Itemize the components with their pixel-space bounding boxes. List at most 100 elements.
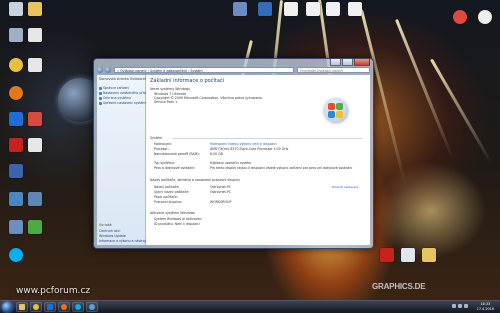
acrobat-icon [380, 248, 394, 262]
logo-yellow-pane [336, 111, 343, 118]
app-icon [453, 10, 467, 24]
left-pane: Domovská stránka Ovládacích panelů Správ… [97, 75, 159, 245]
forward-icon[interactable] [105, 67, 111, 73]
tool-icon [401, 248, 415, 262]
app-icon [233, 2, 247, 16]
ram-value: 8,00 GB [210, 152, 223, 156]
skype-icon [75, 304, 81, 310]
activation-heading: Aktivace systému Windows [150, 211, 196, 215]
document-icon [284, 2, 298, 16]
clock-date: 17.4.2016 [476, 306, 494, 311]
folder-icon [28, 2, 42, 16]
document-icon [348, 2, 362, 16]
taskbar-media-button[interactable] [44, 302, 56, 312]
edition-service-pack: Service Pack 1 [154, 100, 178, 104]
close-button[interactable] [354, 59, 370, 66]
start-button[interactable] [2, 302, 12, 312]
document-icon [28, 58, 42, 72]
window-titlebar[interactable] [94, 59, 373, 67]
system-window: « Ovládací panely › Systém a zabezpečení… [93, 58, 374, 249]
desktop-icon[interactable] [20, 2, 50, 16]
workgroup-value: WORKGROUP [210, 200, 232, 204]
windows-update-link[interactable]: Windows Update [99, 234, 126, 238]
system-protection-link[interactable]: Ochrana systému [99, 96, 131, 100]
document-icon [28, 138, 42, 152]
tray-icon[interactable] [452, 304, 456, 308]
search-input[interactable]: Prohledat Ovládací panely [297, 67, 370, 73]
logo-blue-pane [328, 111, 335, 118]
rating-link[interactable]: Hodnocení indexu výkonu není k dispozici [210, 142, 277, 146]
app-icon [28, 112, 42, 126]
navigation-bar: « Ovládací panely › Systém a zabezpečení… [97, 67, 370, 74]
wallpaper-streak [395, 18, 454, 160]
shield-icon [99, 86, 102, 90]
system-type-label: Typ systému: [154, 161, 175, 165]
page-title: Základní informace o počítači [150, 78, 225, 84]
desktop-icon[interactable] [414, 248, 444, 262]
taskbar-skype-button[interactable] [72, 302, 84, 312]
logo-green-pane [336, 103, 343, 110]
taskbar-ie-button[interactable] [86, 302, 98, 312]
full-name-label: Úplný název počítače: [154, 190, 190, 194]
desktop-icon[interactable] [20, 112, 50, 126]
folder-icon [19, 304, 25, 310]
change-settings-link[interactable]: Změnit nastavení [332, 185, 358, 189]
remote-settings-link[interactable]: Nastavení vzdáleného přístupu [99, 91, 153, 95]
action-center-link[interactable]: Centrum akcí [99, 229, 120, 233]
folder-icon [422, 248, 436, 262]
document-icon [28, 28, 42, 42]
desktop-icon[interactable] [20, 220, 50, 234]
desktop-icon[interactable] [20, 28, 50, 42]
taskbar-firefox-button[interactable] [58, 302, 70, 312]
app-icon [478, 10, 492, 24]
document-icon [326, 2, 340, 16]
rating-label: Hodnocení: [154, 142, 173, 146]
shield-icon [99, 101, 102, 105]
desktop-icon[interactable] [1, 164, 31, 178]
ie-icon [89, 304, 95, 310]
desktop-icon[interactable] [20, 138, 50, 152]
app-icon [28, 220, 42, 234]
minimize-button[interactable] [330, 59, 341, 66]
logo-red-pane [328, 103, 335, 110]
windows-logo [324, 99, 348, 123]
firefox-icon [61, 304, 67, 310]
ram-label: Nainstalovaná paměť (RAM): [154, 152, 200, 156]
volume-icon[interactable] [464, 304, 468, 308]
desktop-icon[interactable] [1, 248, 31, 262]
network-tray-icon[interactable] [458, 304, 462, 308]
processor-label: Procesor: [154, 147, 169, 151]
product-id: ID produktu: Není k dispozici [154, 222, 200, 226]
shortcut-icon [258, 2, 272, 16]
device-manager-link[interactable]: Správce zařízení [99, 86, 129, 90]
desktop-icon[interactable] [470, 10, 500, 24]
desktop-icon[interactable] [1, 86, 31, 100]
system-type-value: 64bitový operační systém [210, 161, 252, 165]
pen-touch-label: Pero a dotykové ovládání: [154, 166, 196, 170]
divider [172, 138, 362, 139]
desktop-icon[interactable] [20, 58, 50, 72]
pen-touch-value: Pro tento displej nejsou k dispozici žád… [210, 166, 353, 170]
window-controls [330, 59, 370, 66]
advanced-settings-link[interactable]: Upřesnit nastavení systému [99, 101, 148, 105]
description-label: Popis počítače: [154, 195, 178, 199]
desktop-icon[interactable] [340, 2, 370, 16]
back-icon[interactable] [97, 67, 103, 73]
maximize-button[interactable] [342, 59, 353, 66]
link-label: Ochrana systému [103, 96, 132, 100]
computer-name-value: Ostrovnet-PC [210, 185, 232, 189]
content-pane: Základní informace o počítači Verze syst… [146, 75, 370, 245]
performance-link[interactable]: Informace o výkonu a nástroje [99, 239, 147, 243]
computer-name-label: Název počítače: [154, 185, 180, 189]
shield-icon [99, 91, 102, 95]
edition-heading: Verze systému Windows [150, 87, 190, 91]
media-icon [47, 304, 53, 310]
watermark-right: GRAPHICS.DE [372, 282, 426, 291]
desktop-icon[interactable] [20, 192, 50, 206]
wallpaper-streak [430, 58, 493, 164]
address-bar[interactable]: « Ovládací panely › Systém a zabezpečení… [114, 67, 294, 73]
taskbar-chrome-button[interactable] [30, 302, 42, 312]
taskbar-explorer-button[interactable] [16, 302, 28, 312]
clock[interactable]: 18:33 17.4.2016 [477, 302, 494, 311]
workgroup-label: Pracovní skupina: [154, 200, 183, 204]
